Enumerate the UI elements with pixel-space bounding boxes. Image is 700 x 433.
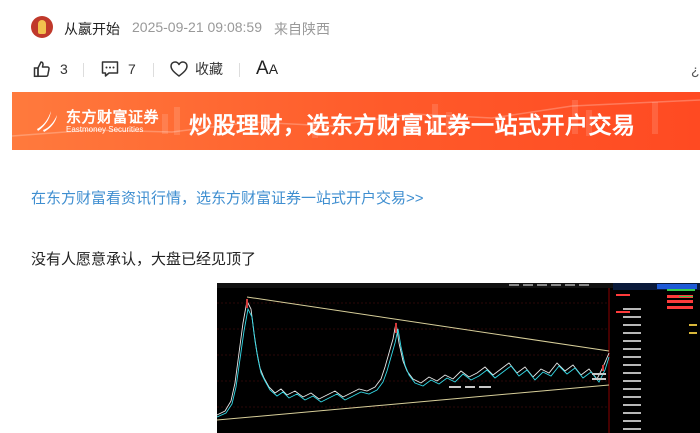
brand-english-name: Eastmoney Securities [66, 125, 144, 134]
font-size-button[interactable]: AA [256, 58, 278, 80]
stock-chart-image[interactable] [217, 283, 700, 433]
font-size-large-glyph: A [256, 58, 269, 79]
article-body-text: 没有人愿意承认，大盘已经见顶了 [31, 251, 257, 268]
divider [239, 63, 240, 77]
thumbs-up-icon [32, 59, 52, 79]
author-name[interactable]: 从嬴开始 [64, 19, 120, 39]
favorite-button[interactable]: 收藏 [169, 59, 223, 79]
avatar[interactable] [31, 16, 53, 38]
stock-chart-screenshot [217, 283, 700, 433]
avatar-figure [38, 20, 46, 34]
action-bar: 3 7 收藏 AA ¿ [0, 55, 700, 83]
comment-icon [100, 59, 120, 79]
post-location: 来自陕西 [274, 21, 330, 37]
favorite-label: 收藏 [195, 61, 223, 77]
brand-name: 东方财富证券 [66, 109, 160, 126]
promo-link[interactable]: 在东方财富看资讯行情，选东方财富证券一站式开户交易>> [31, 187, 424, 208]
divider [83, 63, 84, 77]
post-header: 从嬴开始 2025-09-21 09:08:59 来自陕西 [0, 0, 700, 55]
banner-slogan: 炒股理财，选东方财富证券一站式开户交易 [189, 112, 636, 138]
font-size-small-glyph: A [268, 61, 279, 77]
ad-banner[interactable]: 东方财富证券 Eastmoney Securities 炒股理财，选东方财富证券… [12, 92, 700, 150]
comment-button[interactable]: 7 [100, 59, 136, 79]
overflow-indicator: ¿ [691, 62, 700, 78]
eastmoney-logo-icon [37, 111, 57, 132]
comment-count: 7 [128, 61, 136, 77]
like-count: 3 [60, 61, 68, 77]
heart-icon [169, 59, 189, 79]
like-button[interactable]: 3 [32, 59, 68, 79]
post-timestamp: 2025-09-21 09:08:59 [132, 19, 262, 35]
divider [153, 63, 154, 77]
